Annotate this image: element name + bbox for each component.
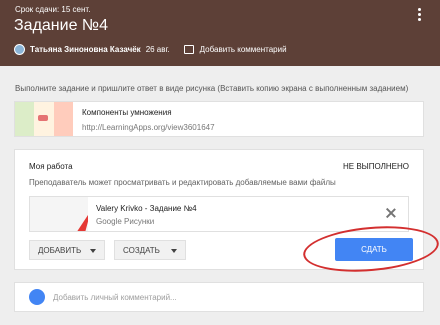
create-button[interactable]: СОЗДАТЬ — [114, 240, 186, 260]
material-card[interactable]: Компоненты умножения http://LearningApps… — [14, 101, 424, 137]
my-work-title: Моя работа — [29, 162, 73, 171]
author-avatar — [14, 43, 25, 55]
material-url: http://LearningApps.org/view3601647 — [82, 123, 215, 132]
due-date: Срок сдачи: 15 сент. — [15, 5, 91, 14]
assignment-header: Срок сдачи: 15 сент. Задание №4 Татьяна … — [0, 0, 440, 66]
attachment-type: Google Рисунки — [96, 217, 155, 226]
attachment-title[interactable]: Valery Krivko - Задание №4 — [96, 204, 197, 213]
author-name: Татьяна Зиноновна Казачёк — [30, 44, 141, 54]
material-thumbnail — [15, 102, 73, 136]
author-row: Татьяна Зиноновна Казачёк 26 авг. Добави… — [14, 42, 287, 56]
chevron-down-icon — [90, 249, 96, 253]
more-options-icon[interactable] — [418, 8, 422, 22]
assignment-title: Задание №4 — [14, 17, 108, 34]
add-button[interactable]: ДОБАВИТЬ — [29, 240, 105, 260]
material-title[interactable]: Компоненты умножения — [82, 108, 215, 117]
comment-icon[interactable] — [183, 44, 194, 54]
attachment-card[interactable]: Valery Krivko - Задание №4 Google Рисунк… — [29, 196, 409, 232]
add-comment-link[interactable]: Добавить комментарий — [200, 45, 287, 54]
work-status-badge: НЕ ВЫПОЛНЕНО — [343, 162, 409, 171]
work-note: Преподаватель может просматривать и реда… — [29, 178, 336, 187]
post-date: 26 авг. — [145, 44, 170, 54]
user-avatar — [29, 289, 45, 305]
create-button-label: СОЗДАТЬ — [123, 245, 160, 255]
remove-attachment-icon[interactable] — [384, 206, 398, 220]
private-comment-row[interactable]: Добавить личный комментарий... — [14, 282, 424, 312]
add-button-label: ДОБАВИТЬ — [38, 245, 82, 255]
private-comment-input[interactable]: Добавить личный комментарий... — [53, 293, 177, 302]
attachment-thumbnail — [30, 197, 88, 231]
assignment-instructions: Выполните задание и пришлите ответ в вид… — [15, 84, 409, 93]
chevron-down-icon — [171, 249, 177, 253]
